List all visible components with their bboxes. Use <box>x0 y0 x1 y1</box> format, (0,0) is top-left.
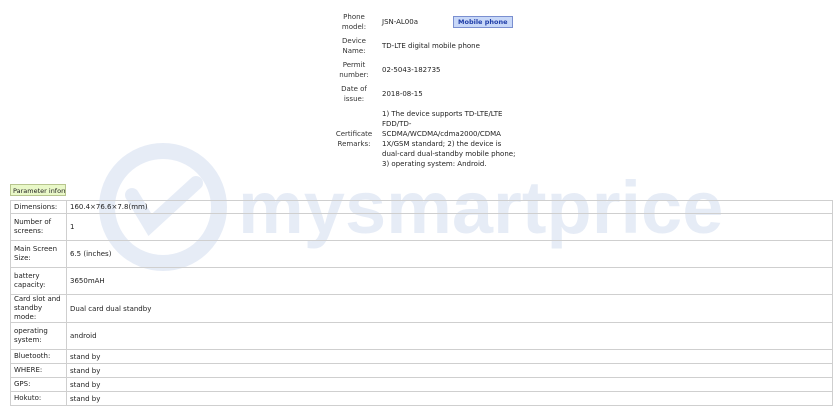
param-value: stand by <box>66 391 833 406</box>
param-value: 160.4×76.6×7.8(mm) <box>66 200 833 214</box>
cert-value: 1) The device supports TD-LTE/LTE FDD/TD… <box>382 110 516 168</box>
cert-label: Certificate Remarks: <box>335 130 373 148</box>
param-value: stand by <box>66 349 833 364</box>
certificate-info: Phone model: JSN-AL00a Mobile phone Devi… <box>330 10 630 172</box>
param-label: Card slot and standby mode: <box>10 294 67 323</box>
parameter-info-header: Parameter inform <box>10 184 66 196</box>
param-value: 1 <box>66 213 833 241</box>
cert-label: Date of issue: <box>341 85 367 103</box>
param-label: Dimensions: <box>10 200 67 214</box>
param-label: Bluetooth: <box>10 349 67 364</box>
param-value: android <box>66 322 833 350</box>
cert-row-phone-model: Phone model: JSN-AL00a Mobile phone <box>330 10 630 34</box>
cert-label: Phone model: <box>341 13 367 31</box>
table-row: Card slot and standby mode: Dual card du… <box>10 294 833 323</box>
cert-value: TD-LTE digital mobile phone <box>382 42 480 50</box>
param-label: battery capacity: <box>10 267 67 295</box>
param-label: GPS: <box>10 377 67 392</box>
param-value: 6.5 (inches) <box>66 240 833 268</box>
param-label: Hokuto: <box>10 391 67 406</box>
cert-value: 02-5043-182735 <box>382 66 441 74</box>
table-row: Dimensions: 160.4×76.6×7.8(mm) <box>10 200 833 214</box>
cert-label: Device Name: <box>342 37 366 55</box>
cert-row-date-of-issue: Date of issue: 2018-08-15 <box>330 82 630 106</box>
table-row: GPS: stand by <box>10 377 833 392</box>
mobile-phone-badge: Mobile phone <box>453 16 513 28</box>
table-row: WHERE: stand by <box>10 363 833 378</box>
param-label: WHERE: <box>10 363 67 378</box>
table-row: Main Screen Size: 6.5 (inches) <box>10 240 833 268</box>
param-value: 3650mAH <box>66 267 833 295</box>
cert-value: 2018-08-15 <box>382 90 423 98</box>
param-label: Main Screen Size: <box>10 240 67 268</box>
cert-value: JSN-AL00a <box>382 18 419 26</box>
table-row: Hokuto: stand by <box>10 391 833 406</box>
param-label: Number of screens: <box>10 213 67 241</box>
table-row: battery capacity: 3650mAH <box>10 267 833 295</box>
param-value: stand by <box>66 363 833 378</box>
param-value: Dual card dual standby <box>66 294 833 323</box>
cert-row-device-name: Device Name: TD-LTE digital mobile phone <box>330 34 630 58</box>
cert-row-permit-number: Permit number: 02-5043-182735 <box>330 58 630 82</box>
cert-label: Permit number: <box>339 61 369 79</box>
param-label: operating system: <box>10 322 67 350</box>
cert-row-remarks: Certificate Remarks: 1) The device suppo… <box>330 106 630 172</box>
table-row: Number of screens: 1 <box>10 213 833 241</box>
table-row: operating system: android <box>10 322 833 350</box>
table-row: Bluetooth: stand by <box>10 349 833 364</box>
parameter-table: Dimensions: 160.4×76.6×7.8(mm) Number of… <box>10 200 833 406</box>
param-value: stand by <box>66 377 833 392</box>
